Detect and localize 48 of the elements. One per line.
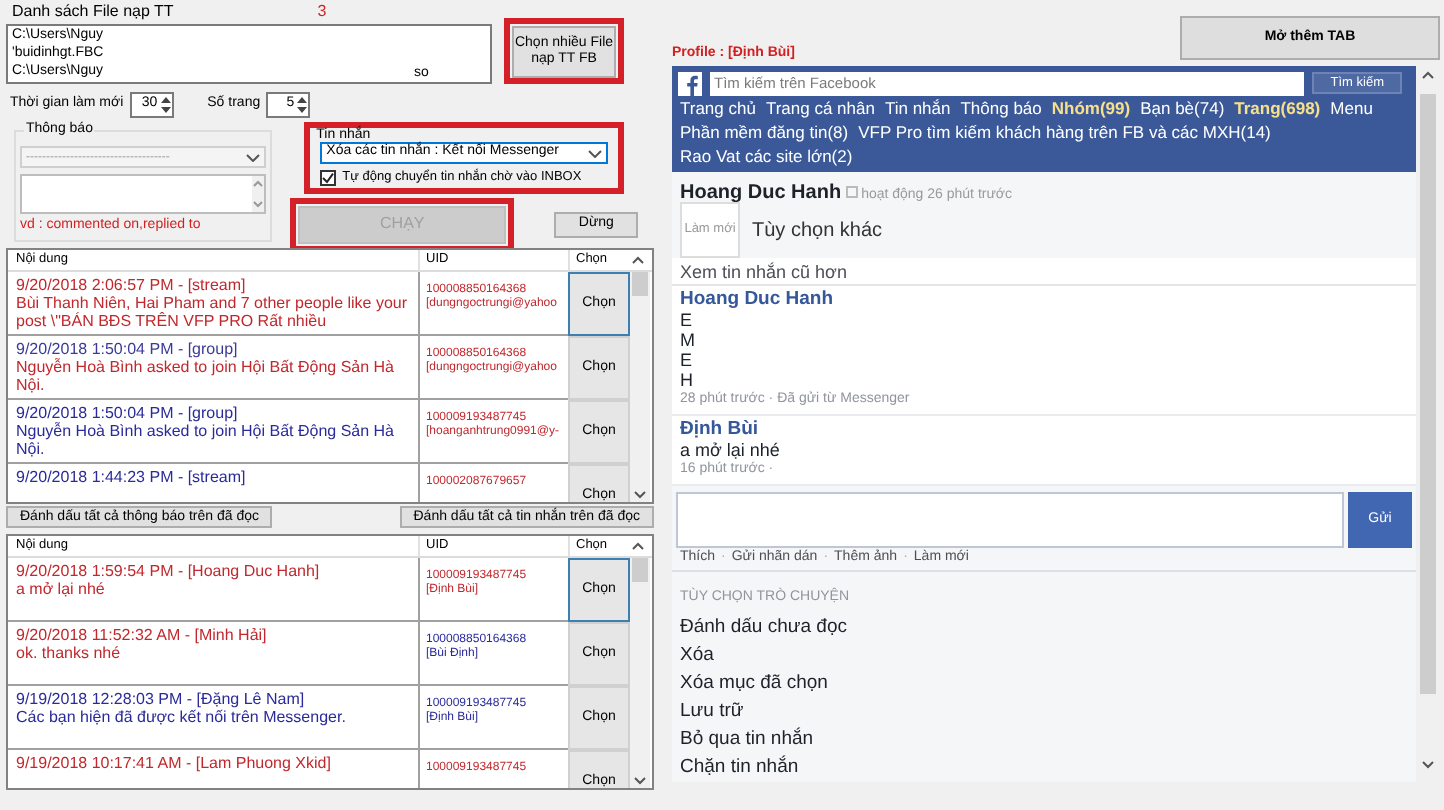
nav-link[interactable]: Trang(698) — [1234, 96, 1321, 120]
option-link[interactable]: Chặn tin nhắn — [672, 754, 1416, 782]
message-input[interactable] — [676, 492, 1344, 548]
table-cell-text: 9/20/2018 1:44:23 PM - [stream] — [14, 466, 248, 490]
checkbox[interactable] — [320, 169, 337, 186]
nav-link[interactable]: Trang chủ — [680, 96, 756, 120]
message-text: E — [680, 350, 695, 370]
table-cell-text: 9/19/2018 12:28:03 PM - [Đặng Lê Nam] Các bạn hiện đã được kết nối trên Messenger. — [14, 688, 348, 730]
spin-arrows-icon — [159, 93, 172, 115]
checkmark-icon — [322, 171, 335, 184]
table-cell-text: 9/20/2018 1:50:04 PM - [group] Nguyễn Hoà Bình asked to join Hội Bất Động Sản Hà Nội. — [14, 402, 397, 462]
nav-link[interactable]: Bạn bè(74) — [1140, 96, 1225, 120]
spin-arrows-icon — [296, 93, 309, 115]
sender-name: Định Bùi — [680, 420, 761, 440]
table-cell-text: 9/20/2018 1:50:04 PM - [group] Nguyễn Hoà Bình asked to join Hội Bất Động Sản Hà Nội. — [14, 338, 397, 398]
table-cell-text: 9/20/2018 2:06:57 PM - [stream] Bùi Thanh Niên, Hai Pham and 7 other people like your post \"BÁN BĐS TRÊN VFP PRO Rất nhiều — [14, 274, 410, 334]
table-cell-text: 9/20/2018 11:52:32 AM - [Minh Hải] ok. thanks nhé — [14, 624, 269, 666]
sender-name: Hoang Duc Hanh — [680, 290, 836, 310]
scrollbar — [252, 176, 265, 212]
nav-link[interactable]: Phần mềm đăng tin(8) — [680, 120, 849, 144]
table-cell-text: 9/19/2018 10:17:41 AM - [Lam Phuong Xkid] — [14, 752, 333, 776]
more-options-link[interactable]: Tùy chọn khác — [752, 215, 883, 245]
nav-link[interactable]: Thông báo — [960, 96, 1042, 120]
caret-icon — [246, 153, 261, 161]
message-text: E — [680, 310, 695, 330]
file-count: 3 — [317, 0, 327, 23]
message-text: a mở lại nhé — [680, 440, 782, 460]
message-text: M — [680, 330, 697, 350]
nav-link[interactable]: Nhóm(99) — [1051, 96, 1131, 120]
message-text: H — [680, 370, 695, 390]
option-link[interactable]: Xóa — [672, 642, 1416, 670]
nav-link[interactable]: Menu — [1330, 96, 1373, 120]
nav-link[interactable]: Tin nhắn — [884, 96, 951, 120]
option-link[interactable]: Xóa mục đã chọn — [672, 670, 1416, 698]
notification-text-box[interactable] — [20, 174, 267, 214]
contact-name: Hoang Duc Hanh — [680, 180, 842, 208]
facebook-logo-icon — [678, 71, 702, 95]
option-link[interactable]: Bỏ qua tin nhắn — [672, 726, 1416, 754]
table-cell-text: 9/20/2018 1:59:54 PM - [Hoang Duc Hanh] a mở lại nhé — [14, 560, 322, 602]
status-square-icon — [845, 186, 858, 198]
nav-link[interactable]: Trang cá nhân — [765, 96, 875, 120]
option-link[interactable]: Đánh dấu chưa đọc — [672, 614, 1416, 642]
option-link[interactable]: Lưu trữ — [672, 698, 1416, 726]
file-list-label: Danh sách File nạp TT — [12, 0, 174, 23]
nav-link[interactable]: VFP Pro tìm kiếm khách hàng trên FB và các MXH(14) — [858, 120, 1271, 144]
older-messages-link[interactable]: Xem tin nhắn cũ hơn — [672, 258, 1416, 286]
nav-link[interactable]: Rao Vat các site lớn(2) — [680, 144, 853, 168]
caret-icon — [588, 149, 603, 157]
